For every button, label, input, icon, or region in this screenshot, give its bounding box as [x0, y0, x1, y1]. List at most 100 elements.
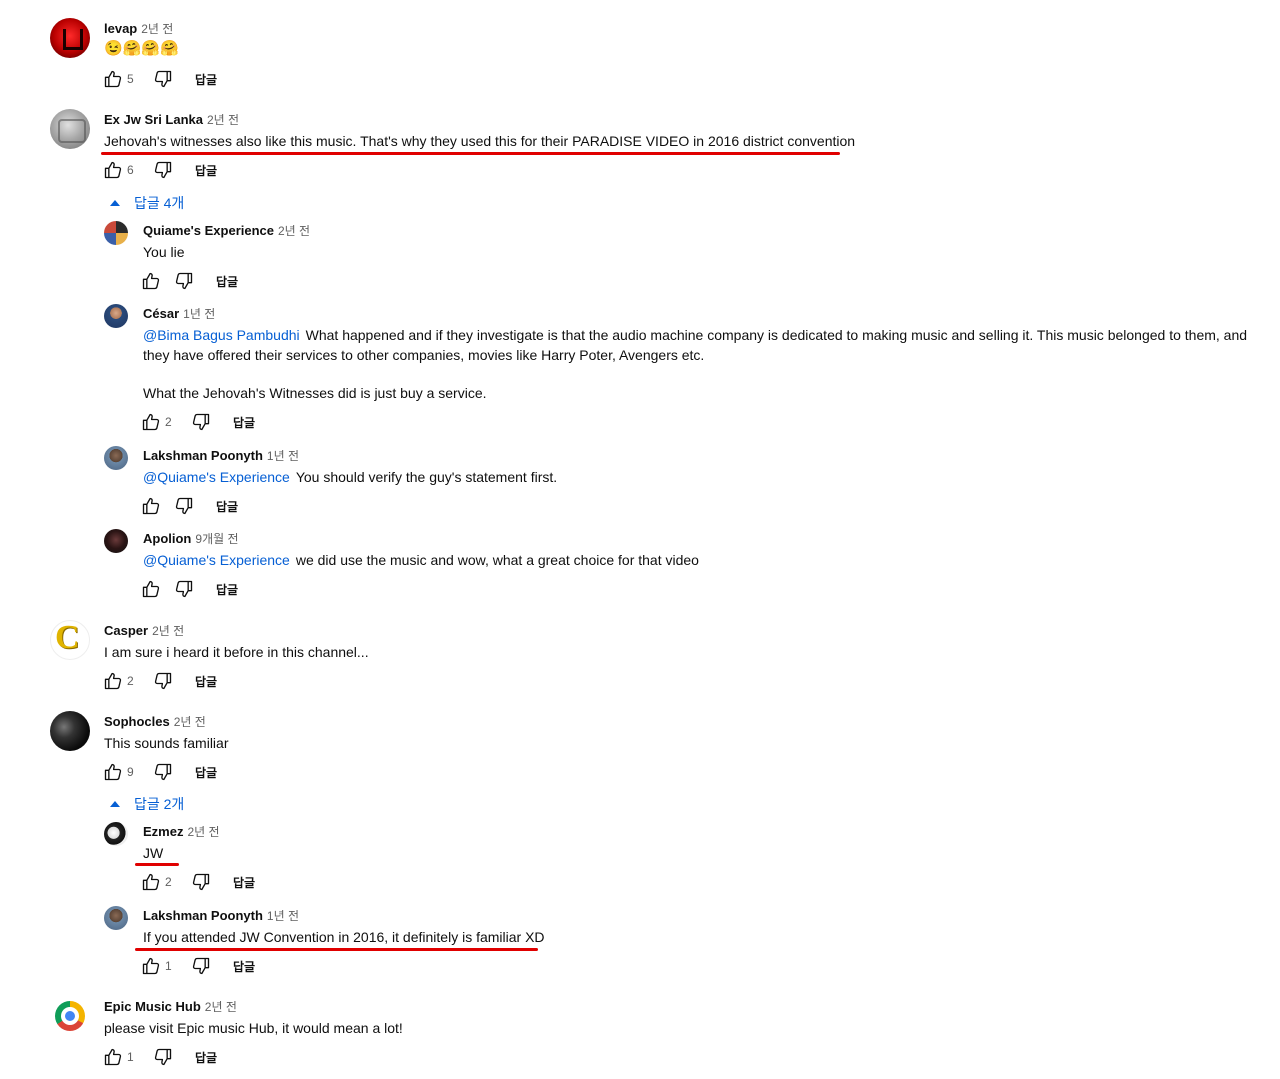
action-bar: 답글 — [139, 494, 238, 518]
reply-button[interactable]: 답글 — [195, 764, 217, 781]
dislike-icon — [174, 271, 194, 291]
like-button[interactable] — [139, 494, 163, 518]
dislike-button[interactable] — [172, 269, 196, 293]
reply-text: @Bima Bagus Pambudhi What happened and if… — [143, 326, 1253, 365]
like-icon — [103, 762, 123, 782]
mention-link[interactable]: @Quiame's Experience — [143, 552, 290, 568]
author-name[interactable]: Ezmez — [143, 824, 183, 839]
dislike-button[interactable] — [172, 494, 196, 518]
like-button[interactable] — [101, 1045, 125, 1069]
action-bar: 1 답글 — [139, 954, 255, 978]
like-button[interactable] — [101, 67, 125, 91]
reply-text: If you attended JW Convention in 2016, i… — [143, 929, 545, 945]
like-icon — [141, 271, 161, 291]
reply-header: César 1년 전 — [143, 305, 215, 322]
avatar[interactable] — [104, 529, 128, 553]
timestamp[interactable]: 2년 전 — [207, 113, 239, 127]
author-name[interactable]: Quiame's Experience — [143, 223, 274, 238]
like-button[interactable] — [139, 410, 163, 434]
replies-toggle[interactable]: 답글 4개 — [110, 193, 184, 213]
like-button[interactable] — [101, 760, 125, 784]
author-name[interactable]: Ex Jw Sri Lanka — [104, 112, 203, 127]
action-bar: 2 답글 — [139, 870, 255, 894]
reply-button[interactable]: 답글 — [195, 673, 217, 690]
action-bar: 5 답글 — [101, 67, 217, 91]
timestamp[interactable]: 1년 전 — [183, 307, 215, 321]
author-name[interactable]: Epic Music Hub — [104, 999, 201, 1014]
like-button[interactable] — [139, 577, 163, 601]
like-count: 2 — [165, 875, 172, 889]
like-button[interactable] — [101, 669, 125, 693]
author-name[interactable]: Lakshman Poonyth — [143, 908, 263, 923]
dislike-button[interactable] — [189, 410, 213, 434]
avatar[interactable]: C — [50, 620, 90, 660]
reply-button[interactable]: 답글 — [233, 874, 255, 891]
timestamp[interactable]: 2년 전 — [141, 22, 173, 36]
timestamp[interactable]: 2년 전 — [152, 624, 184, 638]
reply-button[interactable]: 답글 — [216, 581, 238, 598]
timestamp[interactable]: 1년 전 — [267, 909, 299, 923]
author-name[interactable]: Apolion — [143, 531, 191, 546]
timestamp[interactable]: 9개월 전 — [195, 532, 238, 546]
timestamp[interactable]: 2년 전 — [205, 1000, 237, 1014]
like-icon — [141, 872, 161, 892]
mention-link[interactable]: @Bima Bagus Pambudhi — [143, 327, 300, 343]
author-name[interactable]: Lakshman Poonyth — [143, 448, 263, 463]
like-icon — [141, 956, 161, 976]
like-button[interactable] — [139, 870, 163, 894]
reply-button[interactable]: 답글 — [233, 958, 255, 975]
avatar[interactable] — [50, 996, 90, 1036]
replies-toggle-label: 답글 2개 — [134, 796, 185, 812]
dislike-button[interactable] — [172, 577, 196, 601]
reply-body: we did use the music and wow, what a gre… — [295, 552, 699, 568]
red-underline-annotation — [135, 948, 538, 951]
mention-link[interactable]: @Quiame's Experience — [143, 469, 290, 485]
avatar[interactable] — [104, 446, 128, 470]
dislike-button[interactable] — [189, 870, 213, 894]
caret-up-icon — [110, 200, 120, 206]
dislike-button[interactable] — [151, 1045, 175, 1069]
like-count: 2 — [165, 415, 172, 429]
reply-button[interactable]: 답글 — [195, 71, 217, 88]
comment-header: levap 2년 전 — [104, 20, 173, 37]
dislike-button[interactable] — [151, 760, 175, 784]
comment-text: Jehovah's witnesses also like this music… — [104, 133, 856, 149]
like-button[interactable] — [139, 954, 163, 978]
like-button[interactable] — [101, 158, 125, 182]
timestamp[interactable]: 2년 전 — [278, 224, 310, 238]
avatar[interactable] — [104, 906, 128, 930]
dislike-button[interactable] — [151, 67, 175, 91]
replies-toggle[interactable]: 답글 2개 — [110, 794, 184, 814]
action-bar: 6 답글 — [101, 158, 217, 182]
reply-button[interactable]: 답글 — [195, 1049, 217, 1066]
avatar[interactable] — [104, 304, 128, 328]
timestamp[interactable]: 1년 전 — [267, 449, 299, 463]
author-name[interactable]: levap — [104, 21, 137, 36]
dislike-button[interactable] — [151, 158, 175, 182]
reply-button[interactable]: 답글 — [216, 498, 238, 515]
avatar[interactable] — [104, 221, 128, 245]
timestamp[interactable]: 2년 전 — [174, 715, 206, 729]
like-count: 1 — [127, 1050, 134, 1064]
author-name[interactable]: Casper — [104, 623, 148, 638]
like-icon — [141, 579, 161, 599]
like-button[interactable] — [139, 269, 163, 293]
dislike-button[interactable] — [151, 669, 175, 693]
dislike-button[interactable] — [189, 954, 213, 978]
like-icon — [103, 671, 123, 691]
caret-up-icon — [110, 801, 120, 807]
reply-button[interactable]: 답글 — [195, 162, 217, 179]
author-name[interactable]: Sophocles — [104, 714, 170, 729]
avatar[interactable] — [50, 109, 90, 149]
reply-body: What happened and if they investigate is… — [143, 327, 1251, 363]
avatar[interactable] — [50, 711, 90, 751]
reply-button[interactable]: 답글 — [233, 414, 255, 431]
timestamp[interactable]: 2년 전 — [187, 825, 219, 839]
avatar[interactable] — [50, 18, 90, 58]
dislike-icon — [174, 579, 194, 599]
like-count: 6 — [127, 163, 134, 177]
avatar[interactable] — [104, 822, 128, 846]
author-name[interactable]: César — [143, 306, 179, 321]
reply-header: Lakshman Poonyth 1년 전 — [143, 447, 299, 464]
reply-button[interactable]: 답글 — [216, 273, 238, 290]
